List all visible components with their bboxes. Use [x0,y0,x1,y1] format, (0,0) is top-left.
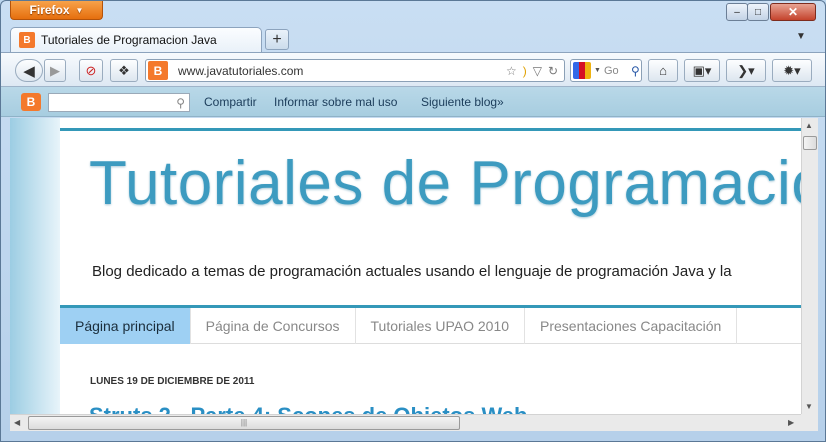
noscript-icon: ⊘ [85,62,97,78]
blogger-icon: B [19,32,35,48]
scroll-down-icon[interactable]: ▼ [805,402,813,411]
title-bar: Firefox ▼ – □ ✕ [1,1,825,25]
close-button[interactable]: ✕ [770,3,816,21]
browser-window: Firefox ▼ – □ ✕ B Tutoriales de Programa… [0,0,826,442]
search-bar[interactable]: ▼ Go ⚲ [570,59,642,82]
post-title[interactable]: Struts 2 - Parte 4: Scopes de Objetos We… [89,403,528,414]
forward-arrow-icon: ▶ [50,62,60,78]
overflow-button[interactable]: ❯▾ [726,59,766,82]
page-content: Tutoriales de Programacion Java Blog ded… [10,118,801,414]
close-icon: ✕ [787,5,799,19]
navigation-toolbar: ◀ ▶ ⊘ ❖ B www.javatutoriales.com ☆ ) ▽ ↻… [1,52,825,87]
bug-icon: ✹▾ [783,62,801,78]
tab-list-button[interactable]: ▼ [796,31,806,42]
maximize-button[interactable]: □ [747,3,769,21]
chevron-right-icon: ❯▾ [737,62,755,78]
back-arrow-icon: ◀ [23,62,35,80]
post-date: LUNES 19 DE DICIEMBRE DE 2011 [90,376,255,387]
tab-concursos[interactable]: Página de Concursos [191,308,356,344]
blog-title[interactable]: Tutoriales de Programacion Java [89,148,801,219]
blogger-logo[interactable]: B [21,93,41,111]
scroll-right-icon[interactable]: ▶ [788,418,794,427]
bookmark-star-icon[interactable]: ☆ [506,64,517,78]
history-dropdown-icon[interactable]: ▽ [533,64,542,78]
bookmarks-icon: ▣▾ [692,62,712,78]
maximize-icon: □ [754,6,762,18]
horizontal-scrollbar[interactable]: ◀ ||| ▶ [10,414,801,431]
share-link[interactable]: Compartir [204,95,257,109]
vertical-scrollbar[interactable]: ▲ ▼ [801,118,818,414]
blog-description: Blog dedicado a temas de programación ac… [92,263,732,280]
scroll-left-icon[interactable]: ◀ [14,418,20,427]
new-tab-button[interactable]: + [265,29,289,50]
horizontal-scroll-thumb[interactable]: ||| [28,416,460,430]
minimize-icon: – [734,6,740,18]
address-bar[interactable]: B www.javatutoriales.com ☆ ) ▽ ↻ [145,59,565,82]
minimize-button[interactable]: – [726,3,748,21]
chevron-down-icon: ▼ [75,5,84,15]
tab-tutoriales-upao[interactable]: Tutoriales UPAO 2010 [356,308,526,344]
url-text[interactable]: www.javatutoriales.com [178,64,506,78]
bookmarks-button[interactable]: ▣▾ [684,59,720,82]
home-icon: ⌂ [659,63,667,78]
page-tabs: Página principal Página de Concursos Tut… [60,308,801,344]
google-icon[interactable] [573,62,591,79]
tab-presentaciones[interactable]: Presentaciones Capacitación [525,308,738,344]
blog-page: Tutoriales de Programacion Java Blog ded… [60,118,801,414]
blogger-navbar: B ⚲ Compartir Informar sobre mal uso Sig… [1,87,825,117]
vertical-scroll-thumb[interactable] [803,136,817,150]
plus-icon: + [272,30,282,48]
search-input[interactable]: Go [604,65,628,77]
header-rule [60,128,801,131]
url-actions: ☆ ) ▽ ↻ [506,64,558,78]
engine-dropdown-icon[interactable]: ▼ [594,67,601,74]
reload-icon[interactable]: ↻ [548,64,558,78]
site-identity-icon[interactable]: B [148,61,168,80]
rss-icon[interactable]: ) [523,64,527,78]
extension-button[interactable]: ❖ [110,59,138,82]
tab-pagina-principal[interactable]: Página principal [60,308,191,344]
search-icon[interactable]: ⚲ [176,96,185,110]
home-button[interactable]: ⌂ [648,59,678,82]
tab-bar: B Tutoriales de Programacion Java + ▼ [1,25,825,52]
blog-search-input[interactable]: ⚲ [48,93,190,112]
addon-button[interactable]: ✹▾ [772,59,812,82]
forward-button[interactable]: ▶ [44,59,66,82]
firefox-menu-button[interactable]: Firefox ▼ [10,1,103,20]
firefox-menu-label: Firefox [29,3,70,17]
puzzle-icon: ❖ [118,62,130,78]
background-gradient [10,118,60,414]
scrollbar-corner [801,414,818,431]
next-blog-link[interactable]: Siguiente blog» [421,95,504,109]
tab-title: Tutoriales de Programacion Java [41,33,217,47]
search-icon[interactable]: ⚲ [631,64,640,78]
back-button[interactable]: ◀ [15,59,43,82]
tab-tutoriales[interactable]: B Tutoriales de Programacion Java [10,27,262,52]
scroll-up-icon[interactable]: ▲ [805,121,813,130]
noscript-button[interactable]: ⊘ [79,59,103,82]
report-abuse-link[interactable]: Informar sobre mal uso [274,95,397,109]
